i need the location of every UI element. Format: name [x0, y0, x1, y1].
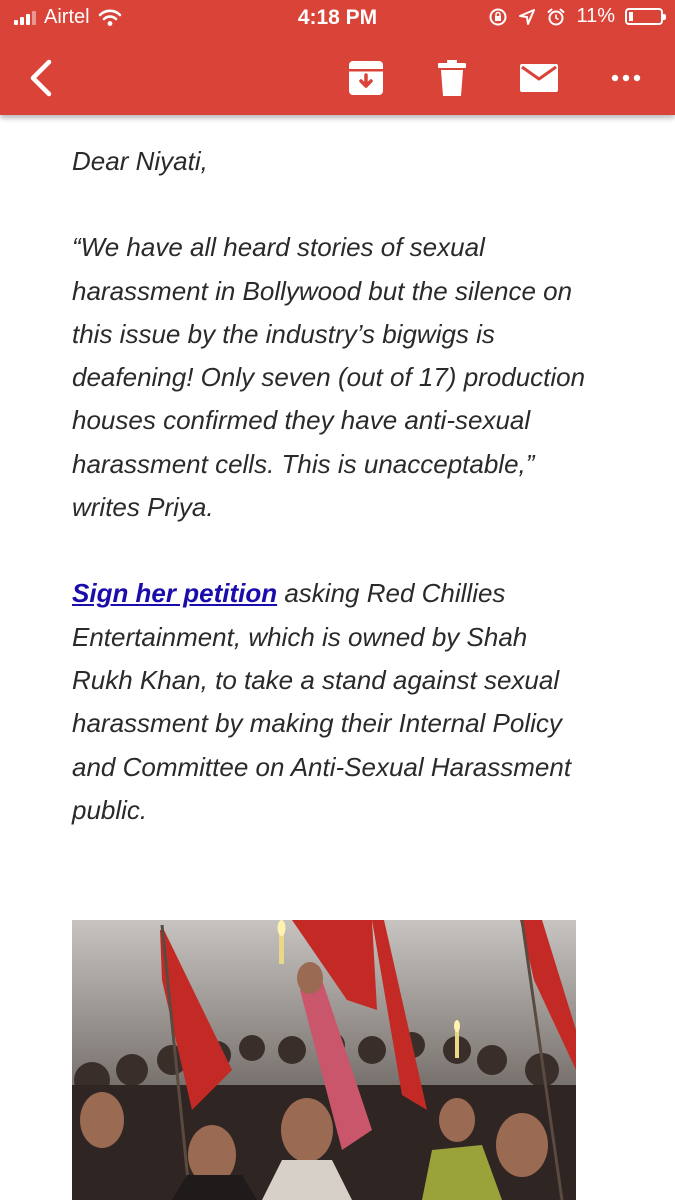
petition-paragraph: Sign her petition asking Red Chillies En…	[72, 572, 592, 832]
archive-button[interactable]	[342, 40, 390, 115]
protest-photo	[72, 920, 576, 1200]
mail-icon	[520, 63, 558, 92]
email-toolbar	[0, 40, 675, 115]
mark-unread-button[interactable]	[514, 40, 564, 115]
email-quote-paragraph: “We have all heard stories of sexual har…	[72, 232, 586, 523]
protest-image	[72, 920, 576, 1200]
battery-percent: 11%	[576, 5, 615, 27]
email-body: Dear Niyati, “We have all heard stories …	[72, 140, 592, 832]
back-icon	[30, 59, 52, 96]
battery-icon	[625, 8, 666, 25]
status-right: 11%	[488, 5, 666, 28]
more-icon	[611, 74, 641, 81]
location-icon	[519, 8, 536, 25]
alarm-icon	[547, 8, 565, 25]
more-options-button[interactable]	[601, 40, 651, 115]
app-header: Airtel 4:18 PM 11%	[0, 0, 675, 115]
trash-icon	[438, 59, 466, 96]
sign-petition-link[interactable]: Sign her petition	[72, 578, 277, 608]
status-bar: Airtel 4:18 PM 11%	[0, 0, 675, 40]
rotation-lock-icon	[489, 8, 507, 25]
back-button[interactable]	[16, 40, 64, 115]
archive-icon	[349, 60, 383, 95]
petition-description: asking Red Chillies Entertainment, which…	[72, 578, 572, 825]
email-greeting: Dear Niyati,	[72, 146, 208, 176]
delete-button[interactable]	[428, 40, 476, 115]
